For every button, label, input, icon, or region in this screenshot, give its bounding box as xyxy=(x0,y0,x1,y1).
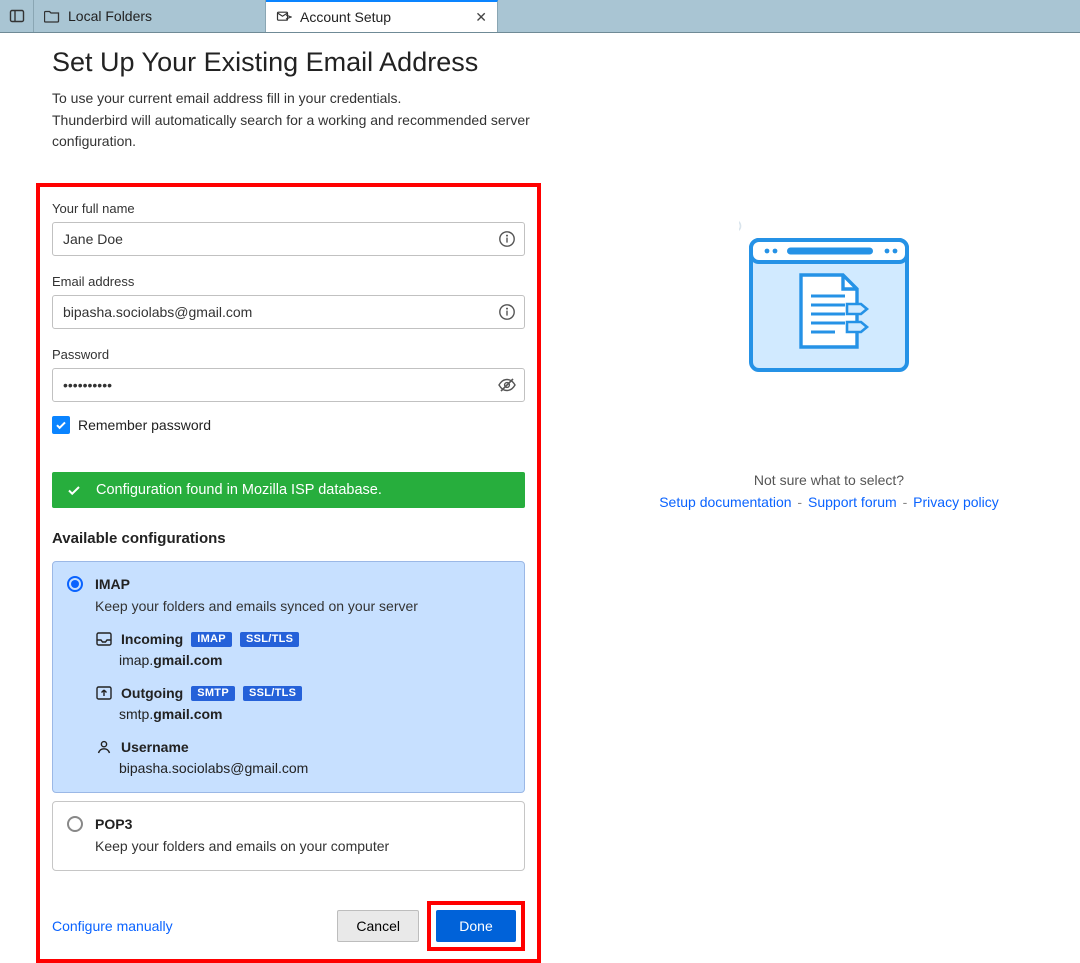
privacy-policy-link[interactable]: Privacy policy xyxy=(913,494,999,510)
config-desc: Keep your folders and emails synced on y… xyxy=(95,598,510,614)
folder-icon xyxy=(44,8,60,24)
badge: SSL/TLS xyxy=(243,686,302,701)
password-label: Password xyxy=(52,347,525,362)
remember-password-checkbox[interactable] xyxy=(52,416,70,434)
form-highlight-area: Your full name Email address Password xyxy=(36,183,541,963)
config-desc: Keep your folders and emails on your com… xyxy=(95,838,510,854)
badge: SMTP xyxy=(191,686,235,701)
email-input[interactable] xyxy=(52,295,525,329)
tab-bar: Local Folders Account Setup ✕ xyxy=(0,0,1080,33)
page-title: Set Up Your Existing Email Address xyxy=(52,47,538,78)
close-tab-button[interactable]: ✕ xyxy=(475,9,487,26)
mail-setup-icon xyxy=(276,9,292,25)
help-links: Setup documentation - Support forum - Pr… xyxy=(657,494,1001,510)
sidebar-toggle-button[interactable] xyxy=(0,0,34,32)
outgoing-server: smtp.gmail.com xyxy=(119,706,510,722)
tab-local-folders[interactable]: Local Folders xyxy=(34,0,266,32)
config-card-imap[interactable]: IMAP Keep your folders and emails synced… xyxy=(52,561,525,793)
info-icon[interactable] xyxy=(497,229,517,249)
config-card-pop3[interactable]: POP3 Keep your folders and emails on you… xyxy=(52,801,525,871)
available-configs-title: Available configurations xyxy=(52,530,525,547)
eye-off-icon[interactable] xyxy=(497,375,517,395)
outbox-icon xyxy=(95,684,113,702)
info-icon[interactable] xyxy=(497,302,517,322)
help-text: Not sure what to select? xyxy=(754,472,904,488)
radio-imap[interactable] xyxy=(67,576,83,592)
tab-label: Account Setup xyxy=(300,9,391,25)
incoming-server: imap.gmail.com xyxy=(119,652,510,668)
page-subtitle: To use your current email address fill i… xyxy=(52,88,538,153)
panel-icon xyxy=(9,8,25,24)
check-icon xyxy=(54,418,68,432)
password-input[interactable] xyxy=(52,368,525,402)
user-icon xyxy=(95,738,113,756)
email-label: Email address xyxy=(52,274,525,289)
illustration-icon xyxy=(739,210,919,380)
status-banner: Configuration found in Mozilla ISP datab… xyxy=(52,472,525,508)
inbox-icon xyxy=(95,630,113,648)
done-highlight: Done xyxy=(427,901,525,951)
remember-password-label: Remember password xyxy=(78,417,211,433)
support-forum-link[interactable]: Support forum xyxy=(808,494,897,510)
incoming-label: Incoming xyxy=(121,631,183,647)
radio-pop3[interactable] xyxy=(67,816,83,832)
config-title: IMAP xyxy=(95,576,130,592)
tab-label: Local Folders xyxy=(68,8,152,24)
fullname-label: Your full name xyxy=(52,201,525,216)
badge: SSL/TLS xyxy=(240,632,299,647)
configure-manually-link[interactable]: Configure manually xyxy=(52,918,173,934)
username-value: bipasha.sociolabs@gmail.com xyxy=(119,760,510,776)
config-title: POP3 xyxy=(95,816,132,832)
fullname-input[interactable] xyxy=(52,222,525,256)
tab-account-setup[interactable]: Account Setup ✕ xyxy=(266,0,498,32)
badge: IMAP xyxy=(191,632,232,647)
setup-doc-link[interactable]: Setup documentation xyxy=(659,494,791,510)
outgoing-label: Outgoing xyxy=(121,685,183,701)
cancel-button[interactable]: Cancel xyxy=(337,910,419,942)
done-button[interactable]: Done xyxy=(436,910,516,942)
check-icon xyxy=(66,482,82,498)
username-label: Username xyxy=(121,739,189,755)
